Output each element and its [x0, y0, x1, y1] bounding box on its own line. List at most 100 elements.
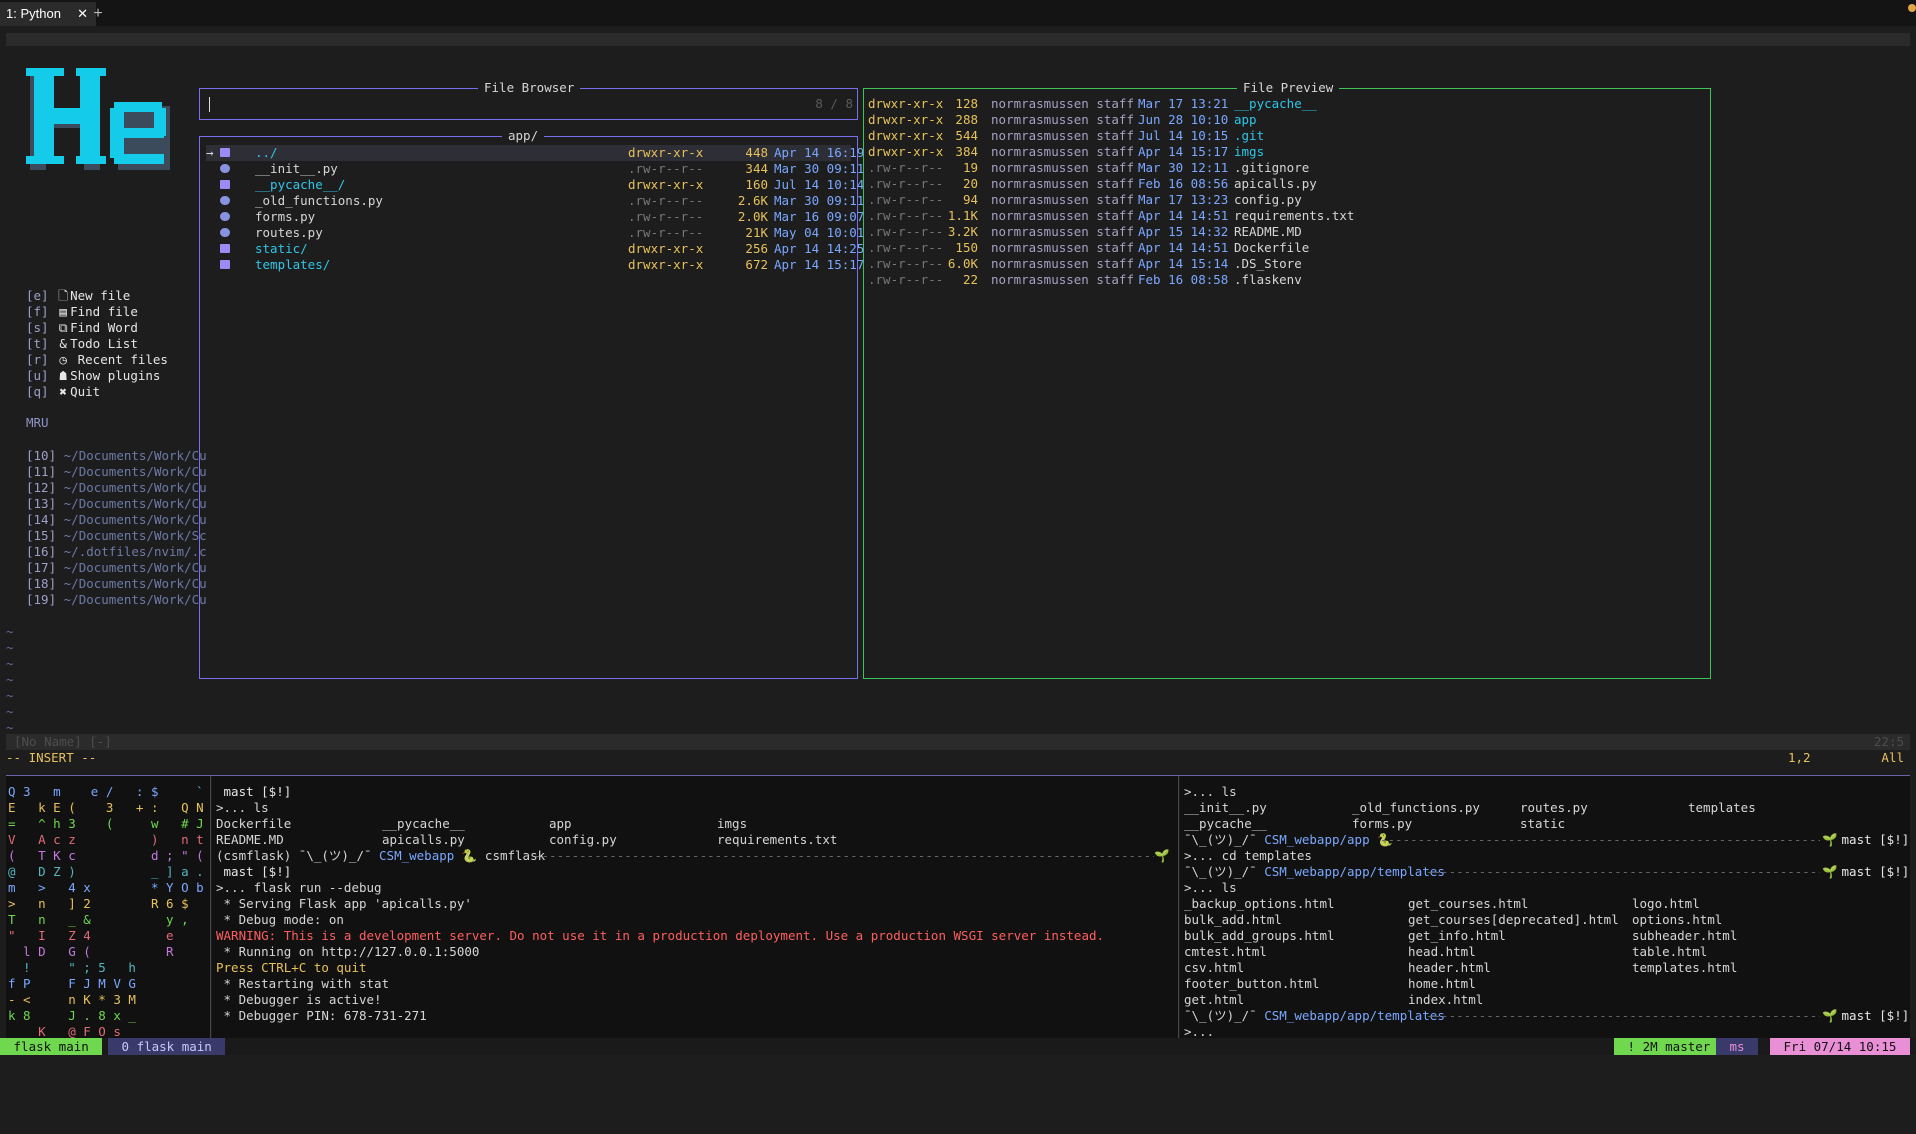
file-permissions: drwxr-xr-x: [628, 241, 704, 256]
preview-row: drwxr-xr-x 128 normrasmussen staff Mar 17 1…: [868, 96, 1698, 112]
menu-item-quit[interactable]: [q] ✖ Quit: [26, 384, 100, 400]
tmux-session[interactable]: flask main: [0, 1038, 103, 1055]
ls-entry: header.html: [1408, 960, 1491, 975]
mru-path: ~/.dotfiles/nvim/.c: [63, 544, 207, 559]
selection-arrow-icon: →: [206, 145, 214, 160]
matrix-line: E k E ( 3 + : Q N 7: [8, 800, 210, 815]
tilde-marker: ~: [6, 656, 14, 671]
ls-entry: apicalls.py: [382, 832, 465, 847]
ls-entry: get_info.html: [1408, 928, 1506, 943]
file-size: 150: [955, 240, 978, 255]
shrug: ¯\_(ツ)_/¯: [1184, 864, 1265, 879]
mru-item[interactable]: [11] ~/Documents/Work/Cu: [26, 464, 207, 480]
file-icon: 🗋: [58, 288, 69, 303]
ls-entry: __init__.py: [1184, 800, 1267, 815]
file-browser-title: File Browser: [478, 80, 581, 96]
file-date: Apr 14 16:19: [774, 145, 865, 160]
file-date: Mar 17 13:23: [1138, 192, 1229, 207]
file-size: 344: [745, 161, 768, 176]
file-search-icon: ▤: [59, 304, 67, 319]
ls-entry: table.html: [1632, 944, 1708, 959]
prompt-separator: ----------------------------------------…: [1426, 1008, 1820, 1023]
file-owner: normrasmussen staff: [991, 160, 1134, 175]
ls-entry: cmtest.html: [1184, 944, 1267, 959]
file-size: 94: [962, 192, 978, 207]
mru-item[interactable]: [15] ~/Documents/Work/Sc: [26, 528, 207, 544]
file-owner: normrasmussen staff: [991, 272, 1134, 287]
menu-key: [s]: [26, 320, 49, 335]
git-branch-prompt: mast [$!]: [216, 784, 292, 799]
file-owner: normrasmussen staff: [991, 176, 1134, 191]
mru-item[interactable]: [12] ~/Documents/Work/Cu: [26, 480, 207, 496]
mru-index: [18]: [26, 576, 57, 591]
file-browser-prompt[interactable]: File Browser 8 / 8: [199, 80, 858, 120]
flask-server-pane[interactable]: mast [$!] >... ls Dockerfile __pycache__ app…: [212, 776, 1178, 1038]
shell-pane[interactable]: >... ls __init__.py _old_functions.py route…: [1180, 776, 1910, 1038]
folder-icon: [220, 148, 230, 157]
file-row[interactable]: static/drwxr-xr-x 256 Apr 14 14:25: [206, 241, 864, 257]
mru-item[interactable]: [17] ~/Documents/Work/Cu: [26, 560, 207, 576]
file-name: .flaskenv: [1234, 272, 1302, 287]
file-name: config.py: [1234, 192, 1302, 207]
mru-item[interactable]: [10] ~/Documents/Work/Cu: [26, 448, 207, 464]
file-row[interactable]: → ../ drwxr-xr-x 448 Apr 14 16:19: [206, 145, 864, 161]
file-date: Apr 14 15:17: [774, 257, 865, 272]
matrix-pane[interactable]: Q 3 m e / : $ ` CE k E ( 3 + : Q N 7 = ^ …: [6, 776, 210, 1038]
file-row[interactable]: templates/drwxr-xr-x 672 Apr 14 15:17: [206, 257, 864, 273]
file-row[interactable]: _old_functions.py .rw-r--r-- 2.6K Mar 30 09…: [206, 193, 864, 209]
mru-item[interactable]: [19] ~/Documents/Work/Cu: [26, 592, 207, 608]
mode-indicator: -- INSERT --: [6, 750, 97, 765]
mru-item[interactable]: [18] ~/Documents/Work/Cu: [26, 576, 207, 592]
file-row[interactable]: routes.py .rw-r--r-- 21K May 04 10:01: [206, 225, 864, 241]
file-row[interactable]: __pycache__/ drwxr-xr-x 160 Jul 14 10:14: [206, 177, 864, 193]
mru-index: [15]: [26, 528, 57, 543]
cwd: CSM_webapp/app/templates: [1264, 1008, 1445, 1023]
mru-item[interactable]: [16] ~/.dotfiles/nvim/.c: [26, 544, 207, 560]
file-browser-list: app/ → ../drwxr-xr-x 448 Apr 14 16:19 __init…: [199, 128, 864, 679]
prompt-separator: ----------------------------------------…: [534, 848, 1154, 863]
mru-path: ~/Documents/Work/Cu: [63, 512, 207, 527]
file-date: Mar 30 12:11: [1138, 160, 1229, 175]
file-permissions: .rw-r--r--: [628, 225, 704, 240]
menu-item-todo[interactable]: [t] & Todo List: [26, 336, 138, 352]
mru-item[interactable]: [14] ~/Documents/Work/Cu: [26, 512, 207, 528]
pane-divider[interactable]: [210, 776, 211, 1038]
server-output: * Serving Flask app 'apicalls.py': [216, 896, 472, 911]
menu-item-plugin[interactable]: [u] ☗ Show plugins: [26, 368, 160, 384]
menu-item-word-search[interactable]: [s] ⧉ Find Word: [26, 320, 138, 336]
pane-divider[interactable]: [1178, 776, 1179, 1038]
mru-index: [14]: [26, 512, 57, 527]
matrix-line: - < n K * 3 M: [8, 992, 210, 1007]
cwd-prompt: ¯\_(ツ)_/¯ CSM_webapp/app/templates: [1184, 1008, 1445, 1024]
menu-label: Show plugins: [70, 368, 161, 383]
mru-index: [19]: [26, 592, 57, 607]
nvim-statusline: [No Name] [-] 22:5: [6, 734, 1910, 750]
tab-python[interactable]: 1: Python ✕: [0, 2, 96, 26]
preview-row: drwxr-xr-x 288 normrasmussen staff Jun 28 1…: [868, 112, 1698, 128]
mru-item[interactable]: [13] ~/Documents/Work/Cu: [26, 496, 207, 512]
menu-item-file[interactable]: [e] 🗋 New file: [26, 288, 130, 304]
file-date: Apr 14 15:14: [1138, 256, 1229, 271]
tilde-marker: ~: [6, 640, 14, 655]
scroll-indicator: All: [1881, 750, 1904, 765]
git-branch-prompt: mast [$!]: [1834, 864, 1910, 879]
file-owner: normrasmussen staff: [991, 208, 1134, 223]
file-name: __pycache__/: [255, 177, 346, 192]
file-permissions: .rw-r--r--: [628, 161, 704, 176]
shell-command: >... ls: [216, 800, 269, 815]
matrix-line: V A c z ) n t: [8, 832, 210, 847]
tmux-statusbar: flask main 0 flask main ! 2M master ms F…: [0, 1038, 1916, 1055]
tab-close-icon[interactable]: ✕: [77, 2, 88, 26]
menu-item-file-search[interactable]: [f] ▤ Find file: [26, 304, 138, 320]
server-output: WARNING: This is a development server. D…: [216, 928, 1105, 943]
tilde-marker: ~: [6, 720, 14, 735]
file-row[interactable]: __init__.py .rw-r--r-- 344 Mar 30 09:11: [206, 161, 864, 177]
tmux-window[interactable]: 0 flask main: [108, 1038, 226, 1055]
matrix-line: ! " ; 5 h: [8, 960, 210, 975]
file-owner: normrasmussen staff: [991, 96, 1134, 111]
shrug: ¯\_(ツ)_/¯: [1184, 832, 1265, 847]
file-row[interactable]: forms.py .rw-r--r-- 2.0K Mar 16 09:07: [206, 209, 864, 225]
new-tab-button[interactable]: +: [90, 4, 106, 24]
menu-item-history[interactable]: [r] ◷ Recent files: [26, 352, 168, 368]
ls-entry: get_courses.html: [1408, 896, 1529, 911]
